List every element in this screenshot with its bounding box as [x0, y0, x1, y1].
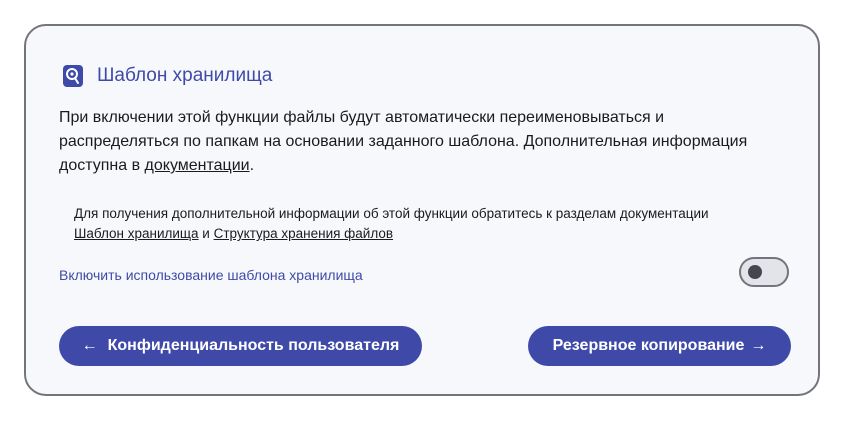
section-header: Шаблон хранилища [62, 62, 272, 90]
documentation-link[interactable]: документации [145, 157, 250, 174]
storage-template-card: Шаблон хранилища При включении этой функ… [24, 24, 820, 396]
prev-page-label: Конфиденциальность пользователя [107, 337, 400, 354]
toggle-knob [748, 265, 762, 279]
arrow-left-icon: ← [81, 337, 98, 354]
section-title: Шаблон хранилища [97, 65, 273, 86]
toggle-label: Включить использование шаблона хранилища [59, 267, 363, 283]
section-description: При включении этой функции файлы будут а… [59, 106, 759, 178]
next-page-label: Резервное копирование [552, 337, 745, 354]
description-end: . [249, 157, 255, 174]
storage-template-toggle[interactable] [739, 257, 789, 287]
storage-template-icon [62, 64, 84, 88]
documentation-note: Для получения дополнительной информации … [74, 204, 734, 244]
storage-template-doc-link[interactable]: Шаблон хранилища [74, 226, 199, 241]
prev-page-button[interactable]: ← Конфиденциальность пользователя [59, 326, 422, 366]
note-connector: и [198, 226, 214, 241]
next-page-button[interactable]: Резервное копирование → [528, 326, 791, 366]
file-storage-structure-doc-link[interactable]: Структура хранения файлов [214, 226, 393, 241]
arrow-right-icon: → [750, 337, 767, 354]
note-text: Для получения дополнительной информации … [74, 206, 709, 221]
